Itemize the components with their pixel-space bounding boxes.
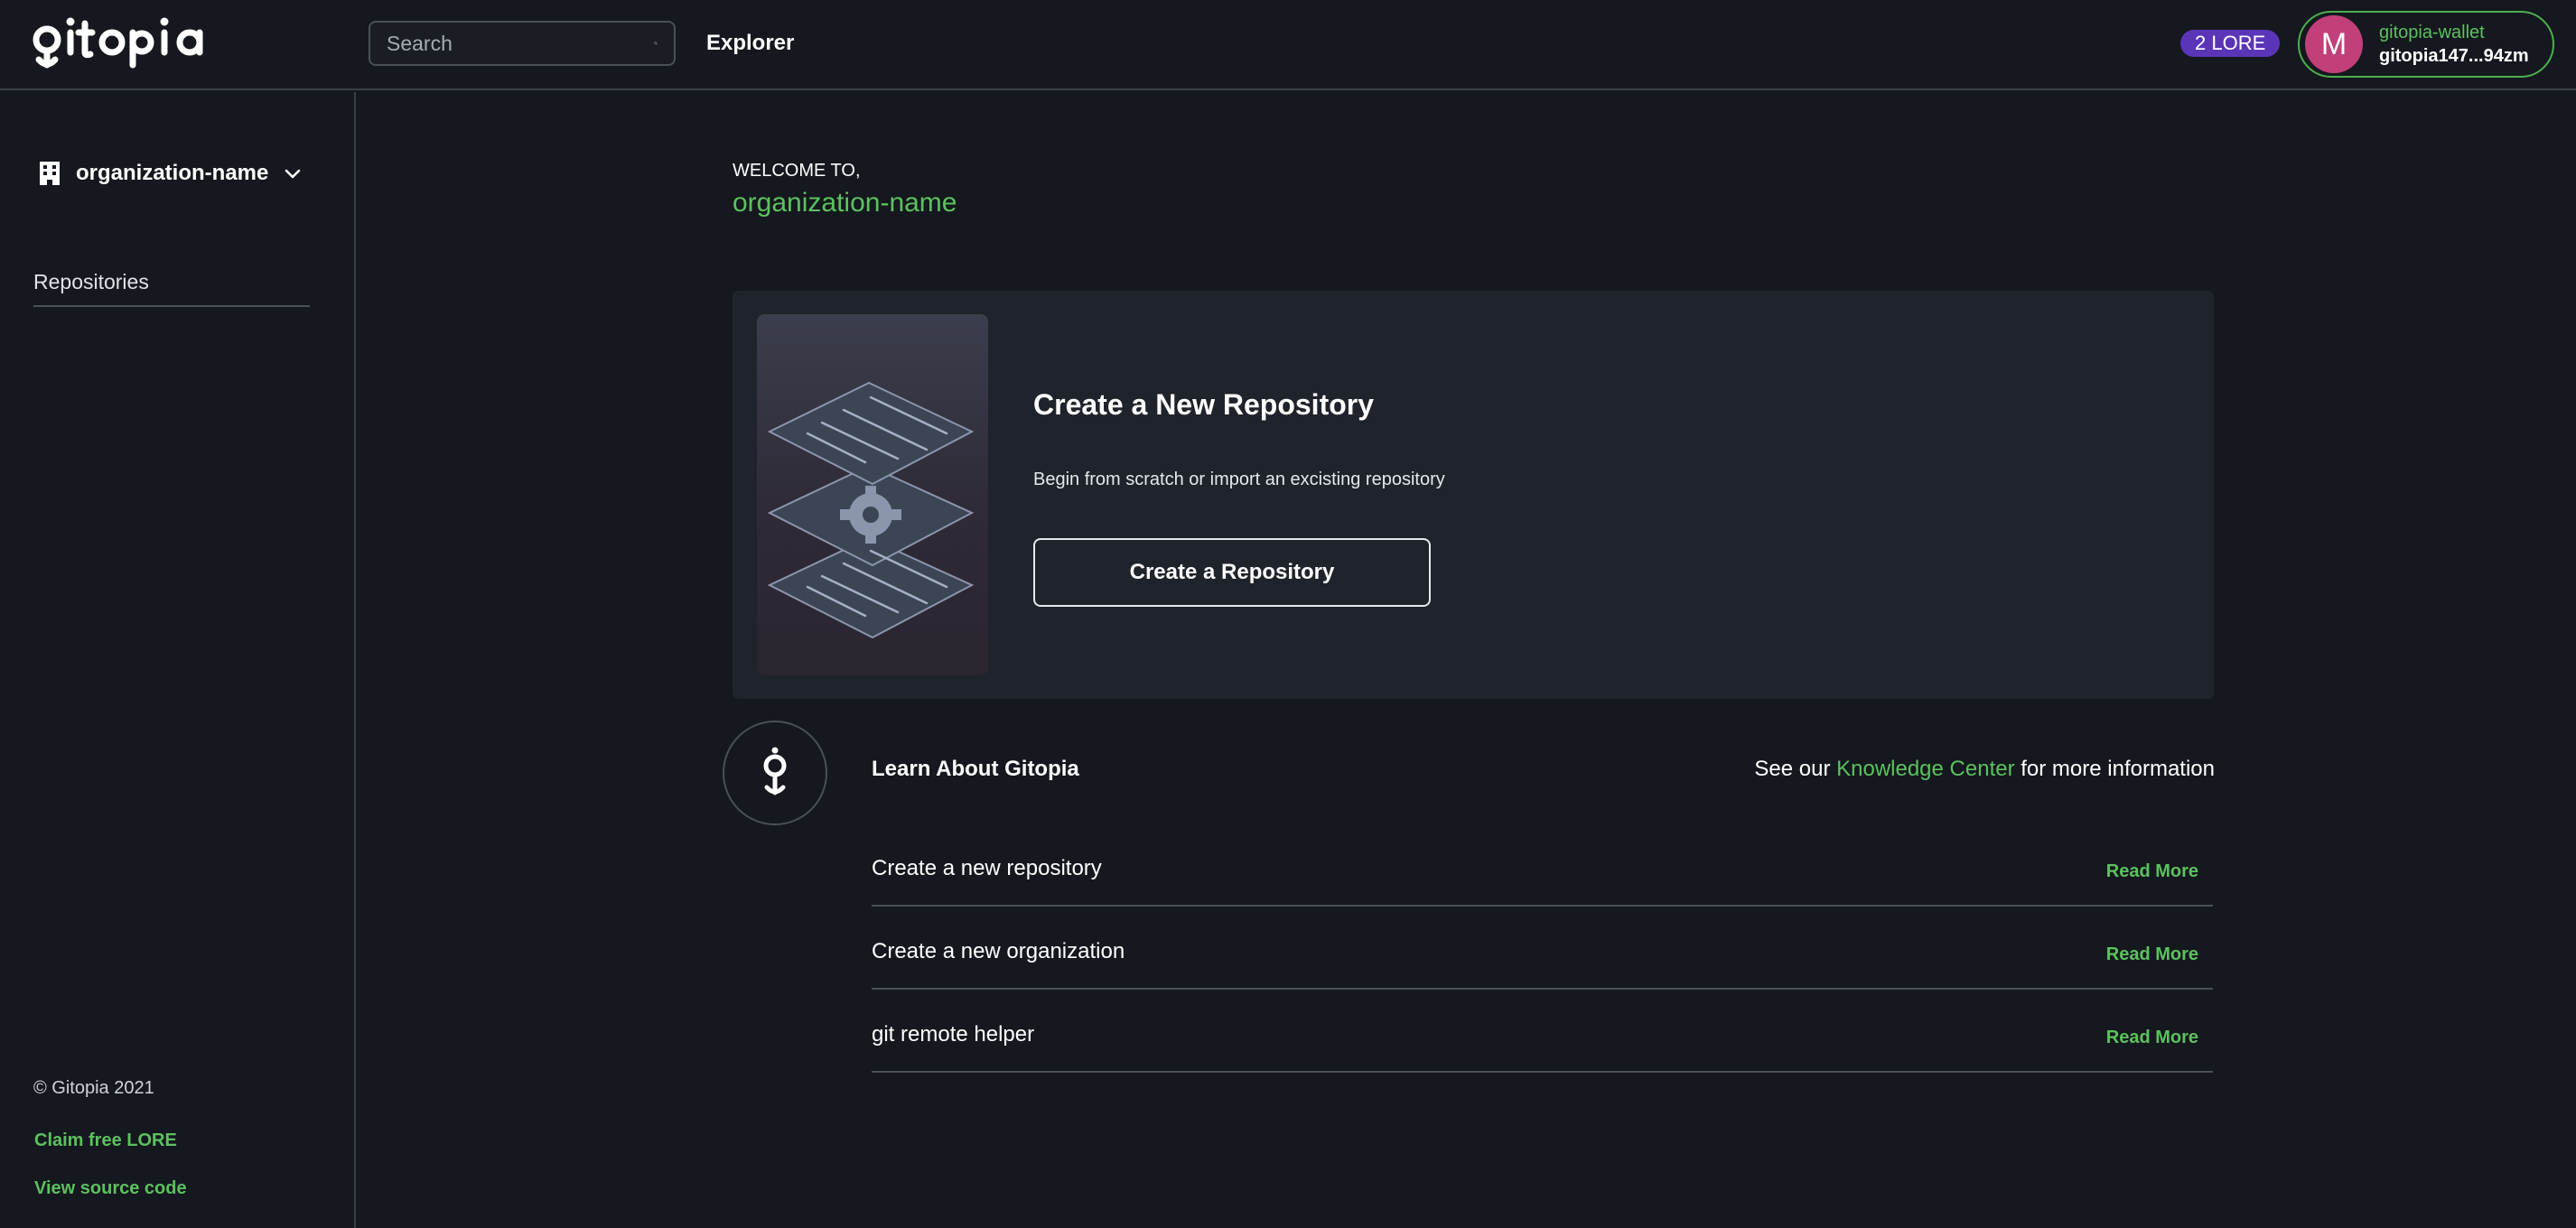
building-icon bbox=[40, 162, 60, 185]
create-repository-card: Create a New Repository Begin from scrat… bbox=[733, 291, 2214, 699]
search-input[interactable] bbox=[387, 31, 654, 56]
list-item: Create a new organization Read More bbox=[872, 928, 2213, 990]
sidebar: organization-name Repositories © Gitopia… bbox=[0, 92, 356, 1228]
knowledge-center-link[interactable]: Knowledge Center bbox=[1836, 757, 2014, 781]
wallet-address: gitopia147...94zm bbox=[2379, 46, 2529, 66]
gitopia-logo-icon bbox=[33, 17, 203, 69]
avatar: M bbox=[2305, 15, 2363, 73]
create-card-subtitle: Begin from scratch or import an excistin… bbox=[1033, 470, 1445, 489]
knowledge-center-suffix: for more information bbox=[2014, 757, 2215, 781]
create-card-title: Create a New Repository bbox=[1033, 388, 1375, 421]
create-repository-button[interactable]: Create a Repository bbox=[1033, 538, 1431, 607]
read-more-link[interactable]: Read More bbox=[2106, 861, 2198, 882]
wallet-button[interactable]: M gitopia-wallet gitopia147...94zm bbox=[2298, 11, 2554, 78]
wallet-info: gitopia-wallet gitopia147...94zm bbox=[2379, 21, 2529, 68]
list-item: Create a new repository Read More bbox=[872, 845, 2213, 907]
list-item: git remote helper Read More bbox=[872, 1011, 2213, 1073]
claim-lore-link[interactable]: Claim free LORE bbox=[34, 1130, 177, 1151]
repository-illustration bbox=[757, 314, 988, 675]
view-source-link[interactable]: View source code bbox=[34, 1178, 187, 1199]
knowledge-center-text: See our Knowledge Center for more inform… bbox=[1754, 757, 2215, 782]
knowledge-center-prefix: See our bbox=[1754, 757, 1837, 781]
wallet-name: gitopia-wallet bbox=[2379, 23, 2485, 42]
copyright-text: © Gitopia 2021 bbox=[33, 1078, 154, 1098]
gitopia-mark-icon bbox=[763, 747, 787, 795]
article-title: Create a new organization bbox=[872, 939, 1125, 963]
read-more-link[interactable]: Read More bbox=[2106, 944, 2198, 965]
sidebar-item-repositories[interactable]: Repositories bbox=[33, 264, 310, 307]
nav-explorer-link[interactable]: Explorer bbox=[706, 27, 794, 60]
organization-name: organization-name bbox=[76, 161, 269, 185]
search-icon[interactable] bbox=[654, 33, 658, 54]
welcome-organization-name: organization-name bbox=[733, 188, 957, 218]
gitopia-logo[interactable] bbox=[33, 13, 210, 74]
gitopia-learn-icon bbox=[723, 721, 827, 825]
lore-balance-badge[interactable]: 2 LORE bbox=[2180, 30, 2281, 57]
article-title: Create a new repository bbox=[872, 856, 1102, 880]
top-bar: Explorer 2 LORE M gitopia-wallet gitopia… bbox=[0, 0, 2576, 90]
article-title: git remote helper bbox=[872, 1022, 1035, 1047]
search-box[interactable] bbox=[369, 21, 676, 66]
stacked-layers-icon bbox=[767, 381, 975, 639]
organization-selector[interactable]: organization-name bbox=[38, 157, 309, 190]
learn-section-title: Learn About Gitopia bbox=[872, 757, 1079, 781]
chevron-down-icon[interactable] bbox=[282, 163, 303, 184]
read-more-link[interactable]: Read More bbox=[2106, 1028, 2198, 1048]
welcome-label: WELCOME TO, bbox=[733, 161, 861, 181]
